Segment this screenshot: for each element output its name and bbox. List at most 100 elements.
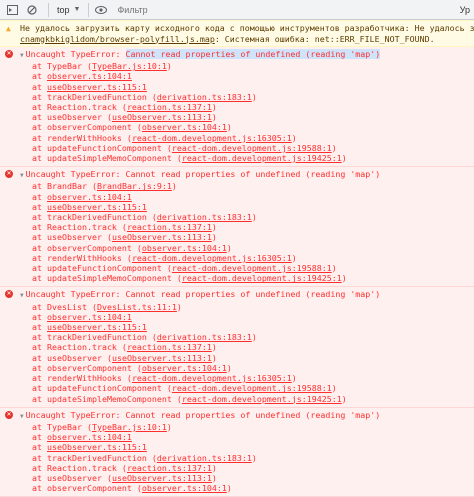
error-header[interactable]: ▼ Uncaught TypeError: Cannot read propert… [20,169,470,181]
paren-open: ( [146,91,157,102]
paren-open: ( [81,421,92,432]
stack-frame-at: at [32,191,47,202]
stack-frame-link[interactable]: reaction.ts:137:1 [127,222,212,232]
stack-frame-link[interactable]: useObserver.ts:113:1 [112,353,212,363]
stack-frame: at useObserver (useObserver.ts:113:1) [20,353,470,363]
stack-frame: at useObserver (useObserver.ts:113:1) [20,112,470,122]
stack-frame: at trackDerivedFunction (derivation.ts:1… [20,92,470,102]
stack-frame-link[interactable]: DvesList.ts:11:1 [97,302,177,312]
stack-frame-link[interactable]: reaction.ts:137:1 [127,463,212,473]
stack-frame: at updateSimpleMemoComponent (react-dom.… [20,394,470,404]
stack-frame-link[interactable]: useObserver.ts:115:1 [47,442,147,452]
stack-frame: at observer.ts:104:1 [20,312,470,322]
stack-frame-link[interactable]: observer.ts:104:1 [47,432,132,442]
stack-frame-link[interactable]: react-dom.development.js:19588:1 [172,383,332,393]
stack-frame-function: trackDerivedFunction [47,452,147,463]
stack-frame-link[interactable]: TypeBar.js:10:1 [92,422,167,432]
paren-open: ( [131,242,142,253]
error-header[interactable]: ▼ Uncaught TypeError: Cannot read propert… [20,49,470,61]
stack-frame-link[interactable]: react-dom.development.js:19425:1 [182,273,342,283]
sidebar-icon[interactable] [4,2,20,18]
stack-frame-link[interactable]: react-dom.development.js:16305:1 [132,133,292,143]
clear-console-icon[interactable] [24,2,40,18]
expand-arrow-icon[interactable]: ▼ [20,292,24,299]
stack-frame-link[interactable]: useObserver.ts:113:1 [112,112,212,122]
stack-frame-function: updateFunctionComponent [47,263,162,274]
eye-icon[interactable] [93,2,109,18]
stack-frame-link[interactable]: useObserver.ts:115:1 [47,82,147,92]
stack-frame-function: updateSimpleMemoComponent [47,393,172,404]
stack-frame-function: updateFunctionComponent [47,142,162,153]
error-circle-icon: ✕ [5,50,13,58]
warning-source-link[interactable]: cnamgkbkiglidom/browser-polyfill.js.map [20,34,215,44]
stack-frame-at: at [32,432,47,443]
stack-frame-link[interactable]: derivation.ts:183:1 [157,92,252,102]
stack-frame-link[interactable]: derivation.ts:183:1 [157,212,252,222]
stack-frame-link[interactable]: react-dom.development.js:16305:1 [132,253,292,263]
paren-open: ( [161,263,172,274]
error-prefix: Uncaught TypeError: [25,409,126,420]
stack-frame-link[interactable]: observer.ts:104:1 [47,192,132,202]
paren-close: ) [251,212,257,223]
stack-frame-function: updateSimpleMemoComponent [47,273,172,284]
stack-frame-link[interactable]: observer.ts:104:1 [142,243,227,253]
paren-open: ( [171,273,182,284]
stack-frame-link[interactable]: react-dom.development.js:19588:1 [172,143,332,153]
stack-frame-link[interactable]: BrandBar.js:9:1 [97,181,172,191]
stack-frame: at Reaction.track (reaction.ts:137:1) [20,463,470,473]
error-message: ✕ ▼ Uncaught TypeError: Cannot read proper… [0,167,474,288]
stack-frame-link[interactable]: useObserver.ts:115:1 [47,322,147,332]
stack-frame-at: at [32,71,47,82]
stack-frame-link[interactable]: observer.ts:104:1 [47,312,132,322]
stack-frame-at: at [32,483,47,494]
expand-arrow-icon[interactable]: ▼ [20,172,24,179]
stack-frame-at: at [32,472,47,483]
stack-frame-function: useObserver [47,112,102,123]
stack-frame-link[interactable]: observer.ts:104:1 [47,71,132,81]
stack-frame: at updateSimpleMemoComponent (react-dom.… [20,153,470,163]
console-messages: ✕ ▼ Uncaught TypeError: Cannot read proper… [0,47,474,497]
stack-frame-link[interactable]: useObserver.ts:113:1 [112,232,212,242]
stack-frame: at useObserver.ts:115:1 [20,322,470,332]
stack-frame-at: at [32,153,47,164]
error-circle-icon: ✕ [5,170,13,179]
context-select[interactable]: top ▼ [57,5,80,15]
stack-frame-link[interactable]: react-dom.development.js:19425:1 [182,394,342,404]
stack-frame-link[interactable]: useObserver.ts:115:1 [47,202,147,212]
stack-frame-link[interactable]: react-dom.development.js:19588:1 [172,263,332,273]
stack-frame-link[interactable]: derivation.ts:183:1 [157,332,252,342]
expand-arrow-icon[interactable]: ▼ [20,413,24,420]
stack-frame-link[interactable]: observer.ts:104:1 [142,122,227,132]
paren-open: ( [116,342,127,353]
console-toolbar: top ▼ Ур [0,0,474,20]
stack-frame-at: at [32,61,47,72]
paren-open: ( [101,232,112,243]
stack-frame-link[interactable]: observer.ts:104:1 [142,483,227,493]
stack-frame-link[interactable]: observer.ts:104:1 [142,363,227,373]
error-header[interactable]: ▼ Uncaught TypeError: Cannot read propert… [20,410,470,422]
expand-arrow-icon[interactable]: ▼ [20,52,24,59]
log-levels-dropdown[interactable]: Ур [460,5,470,15]
paren-close: ) [226,483,232,494]
stack-frame-link[interactable]: reaction.ts:137:1 [127,102,212,112]
paren-open: ( [86,181,97,192]
stack-frame-at: at [32,332,47,343]
stack-frame-link[interactable]: useObserver.ts:113:1 [112,473,212,483]
error-header[interactable]: ▼ Uncaught TypeError: Cannot read propert… [20,289,470,301]
stack-frame: at observerComponent (observer.ts:104:1) [20,122,470,132]
stack-frame-at: at [32,342,47,353]
filter-input[interactable] [113,1,456,18]
stack-frame-link[interactable]: react-dom.development.js:16305:1 [132,373,292,383]
paren-open: ( [81,61,92,72]
stack-frame-function: Reaction.track [47,222,117,233]
stack-frame-function: observerComponent [47,362,132,373]
stack-frame: at renderWithHooks (react-dom.developmen… [20,373,470,383]
stack-frame-link[interactable]: reaction.ts:137:1 [127,342,212,352]
paren-close: ) [226,362,232,373]
stack-frame-function: DvesList [47,301,87,312]
stack-frame-link[interactable]: TypeBar.js:10:1 [92,61,167,71]
stack-frame-link[interactable]: react-dom.development.js:19425:1 [182,153,342,163]
paren-open: ( [121,132,132,143]
stack-frame-link[interactable]: derivation.ts:183:1 [157,453,252,463]
paren-open: ( [171,393,182,404]
